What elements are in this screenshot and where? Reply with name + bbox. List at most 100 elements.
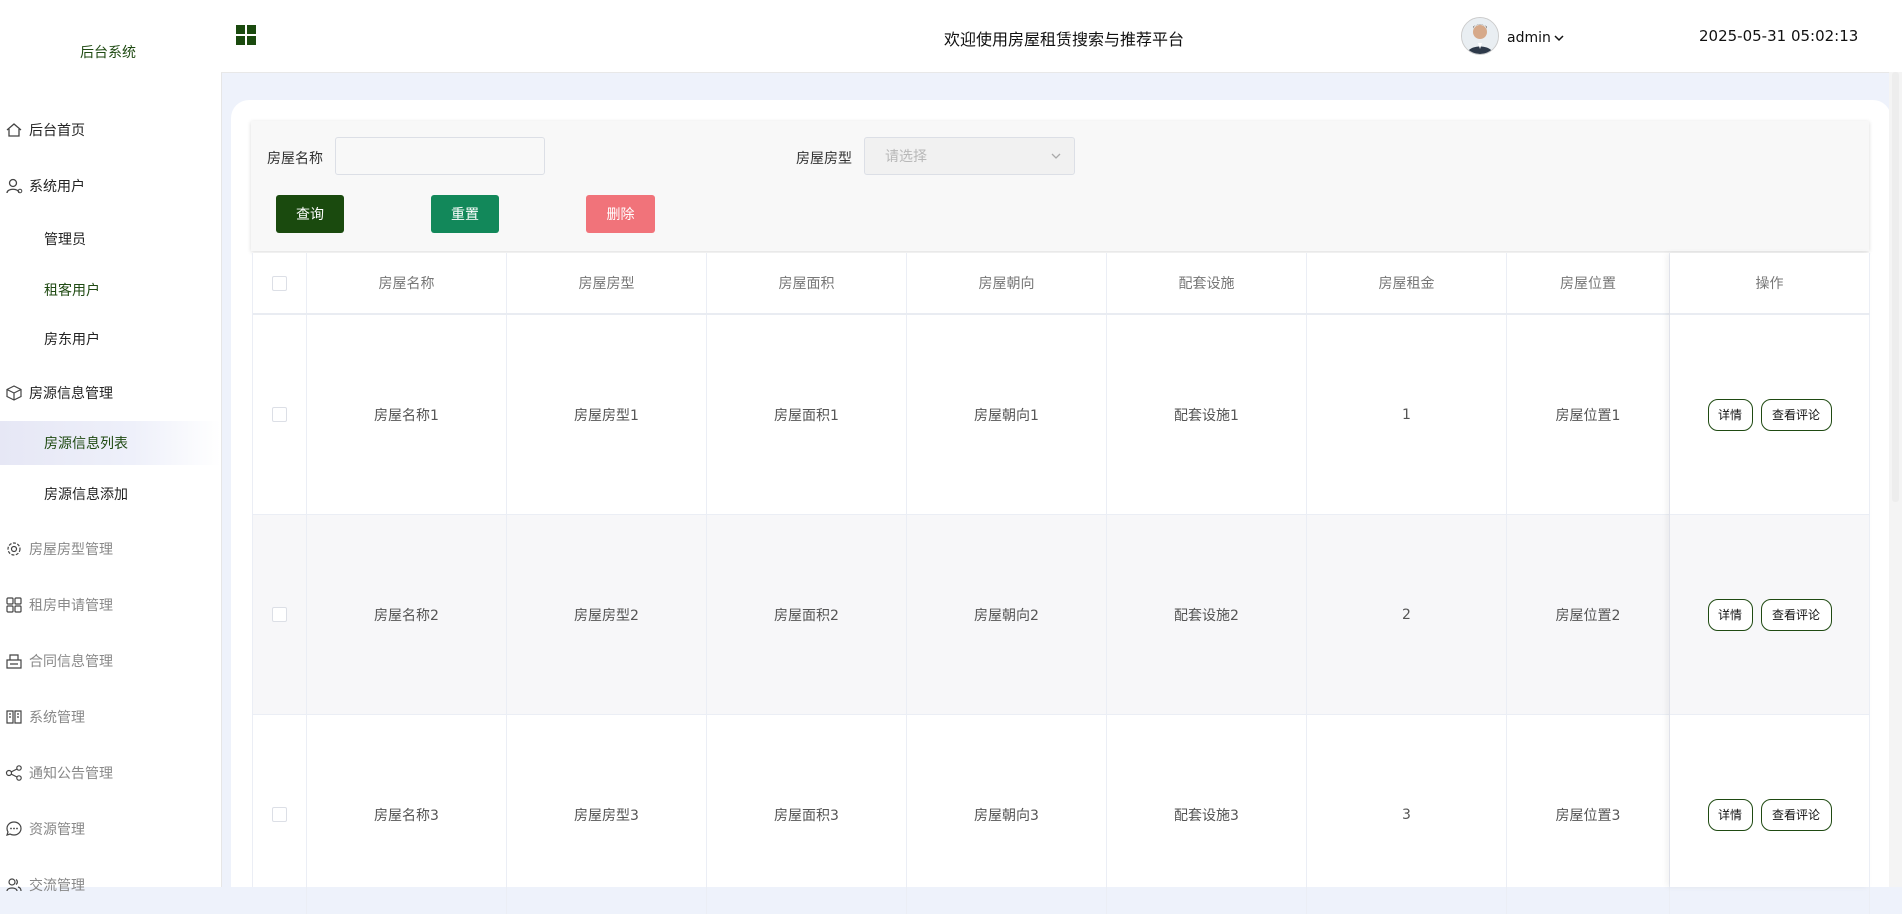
cell-rent: 3 [1307, 715, 1507, 914]
sidebar-item-label: 合同信息管理 [29, 654, 113, 670]
row-select-cell [253, 315, 307, 514]
sidebar-item-listing-mgmt[interactable]: 房源信息管理 [0, 371, 221, 415]
scrollbar-thumb[interactable] [1892, 72, 1899, 502]
header-actions: 操作 [1670, 253, 1870, 313]
sidebar-item-label: 房屋房型管理 [29, 542, 113, 558]
house-name-label: 房屋名称 [267, 151, 323, 167]
row-checkbox[interactable] [272, 607, 287, 622]
cell-actions: 详情 查看评论 [1670, 315, 1870, 514]
sidebar-item-notice-mgmt[interactable]: 通知公告管理 [0, 751, 221, 795]
row-select-cell [253, 715, 307, 914]
brand-title: 后台系统 [80, 45, 136, 61]
sidebar-item-label: 通知公告管理 [29, 766, 113, 782]
cube-icon [4, 383, 24, 403]
cell-house-name: 房屋名称1 [307, 315, 507, 514]
view-comments-button[interactable]: 查看评论 [1760, 598, 1832, 631]
top-header: 欢迎使用房屋租赁搜索与推荐平台 admin 2025-05-31 05:02:1… [221, 12, 1902, 73]
sidebar-item-home[interactable]: 后台首页 [0, 108, 221, 152]
chat-bubble-icon [4, 819, 24, 839]
sidebar-item-system-users[interactable]: 系统用户 [0, 164, 221, 208]
cell-house-type: 房屋房型1 [507, 315, 707, 514]
page-title: 欢迎使用房屋租赁搜索与推荐平台 [944, 30, 1185, 49]
sidebar-item-label: 租房申请管理 [29, 598, 113, 614]
cell-orientation: 房屋朝向1 [907, 315, 1107, 514]
table-header-row: 房屋名称 房屋房型 房屋面积 房屋朝向 配套设施 房屋租金 房屋位置 操作 [253, 253, 1870, 315]
cell-actions: 详情 查看评论 [1670, 515, 1870, 714]
header-house-name[interactable]: 房屋名称 [307, 253, 507, 313]
book-icon [4, 707, 24, 727]
delete-button[interactable]: 删除 [586, 195, 655, 233]
cell-facilities: 配套设施3 [1107, 715, 1307, 914]
house-type-label: 房屋房型 [796, 151, 852, 167]
header-orientation[interactable]: 房屋朝向 [907, 253, 1107, 313]
cell-house-name: 房屋名称2 [307, 515, 507, 714]
reset-button[interactable]: 重置 [431, 195, 499, 233]
header-facilities[interactable]: 配套设施 [1107, 253, 1307, 313]
sidebar-item-system-mgmt[interactable]: 系统管理 [0, 695, 221, 739]
table-row: 房屋名称3 房屋房型3 房屋面积3 房屋朝向3 配套设施3 3 房屋位置3 详情… [253, 715, 1870, 914]
house-type-select[interactable]: 请选择 [864, 137, 1075, 175]
header-house-type[interactable]: 房屋房型 [507, 253, 707, 313]
share-icon [4, 763, 24, 783]
header-rent[interactable]: 房屋租金 [1307, 253, 1507, 313]
cell-actions: 详情 查看评论 [1670, 715, 1870, 914]
sidebar-item-label: 房源信息列表 [44, 436, 128, 452]
sidebar-item-label: 系统用户 [29, 179, 85, 195]
header-location[interactable]: 房屋位置 [1507, 253, 1670, 313]
chevron-down-icon [1050, 150, 1062, 166]
sidebar-item-label: 房源信息添加 [44, 487, 128, 503]
user-menu[interactable]: admin [1507, 30, 1564, 46]
sidebar-item-label: 管理员 [44, 232, 86, 248]
row-checkbox[interactable] [272, 407, 287, 422]
view-comments-button[interactable]: 查看评论 [1760, 398, 1832, 431]
avatar[interactable] [1461, 17, 1499, 55]
table-row: 房屋名称1 房屋房型1 房屋面积1 房屋朝向1 配套设施1 1 房屋位置1 详情… [253, 315, 1870, 515]
user-icon [4, 176, 24, 196]
sidebar-item-listing-add[interactable]: 房源信息添加 [0, 472, 221, 516]
sidebar-item-label: 资源管理 [29, 822, 85, 838]
cell-house-name: 房屋名称3 [307, 715, 507, 914]
cell-location: 房屋位置2 [1507, 515, 1670, 714]
cell-rent: 1 [1307, 315, 1507, 514]
cell-house-type: 房屋房型2 [507, 515, 707, 714]
cell-house-area: 房屋面积3 [707, 715, 907, 914]
cell-house-type: 房屋房型3 [507, 715, 707, 914]
sidebar-item-listing-list[interactable]: 房源信息列表 [0, 421, 221, 465]
sidebar-item-label: 租客用户 [44, 283, 100, 299]
sidebar-item-rental-apply-mgmt[interactable]: 租房申请管理 [0, 583, 221, 627]
house-type-placeholder: 请选择 [885, 149, 927, 165]
cell-location: 房屋位置1 [1507, 315, 1670, 514]
cell-location: 房屋位置3 [1507, 715, 1670, 914]
sidebar-item-label: 后台首页 [29, 123, 85, 139]
cell-house-area: 房屋面积1 [707, 315, 907, 514]
current-datetime: 2025-05-31 05:02:13 [1699, 27, 1859, 45]
sidebar-item-resource-mgmt[interactable]: 资源管理 [0, 807, 221, 851]
cell-facilities: 配套设施1 [1107, 315, 1307, 514]
username: admin [1507, 30, 1551, 46]
view-comments-button[interactable]: 查看评论 [1760, 798, 1832, 831]
house-name-input[interactable] [335, 137, 545, 175]
select-all-cell [253, 253, 307, 313]
sidebar-item-contract-mgmt[interactable]: 合同信息管理 [0, 639, 221, 683]
menu-toggle-icon[interactable] [235, 24, 257, 46]
detail-button[interactable]: 详情 [1707, 798, 1753, 831]
cell-house-area: 房屋面积2 [707, 515, 907, 714]
detail-button[interactable]: 详情 [1707, 398, 1753, 431]
grid-apps-icon [4, 595, 24, 615]
table-row: 房屋名称2 房屋房型2 房屋面积2 房屋朝向2 配套设施2 2 房屋位置2 详情… [253, 515, 1870, 715]
cell-rent: 2 [1307, 515, 1507, 714]
select-all-checkbox[interactable] [272, 275, 287, 291]
header-house-area[interactable]: 房屋面积 [707, 253, 907, 313]
sidebar-item-exchange-mgmt[interactable]: 交流管理 [0, 863, 221, 907]
detail-button[interactable]: 详情 [1707, 598, 1753, 631]
sidebar-item-label: 房源信息管理 [29, 386, 113, 402]
sidebar-item-house-type-mgmt[interactable]: 房屋房型管理 [0, 527, 221, 571]
row-checkbox[interactable] [272, 807, 287, 822]
users-icon [4, 875, 24, 895]
query-button[interactable]: 查询 [276, 195, 344, 233]
sidebar-item-tenant-users[interactable]: 租客用户 [0, 268, 221, 312]
cell-facilities: 配套设施2 [1107, 515, 1307, 714]
sidebar-item-landlord-users[interactable]: 房东用户 [0, 317, 221, 361]
sidebar-item-label: 系统管理 [29, 710, 85, 726]
sidebar-item-admin[interactable]: 管理员 [0, 217, 221, 261]
